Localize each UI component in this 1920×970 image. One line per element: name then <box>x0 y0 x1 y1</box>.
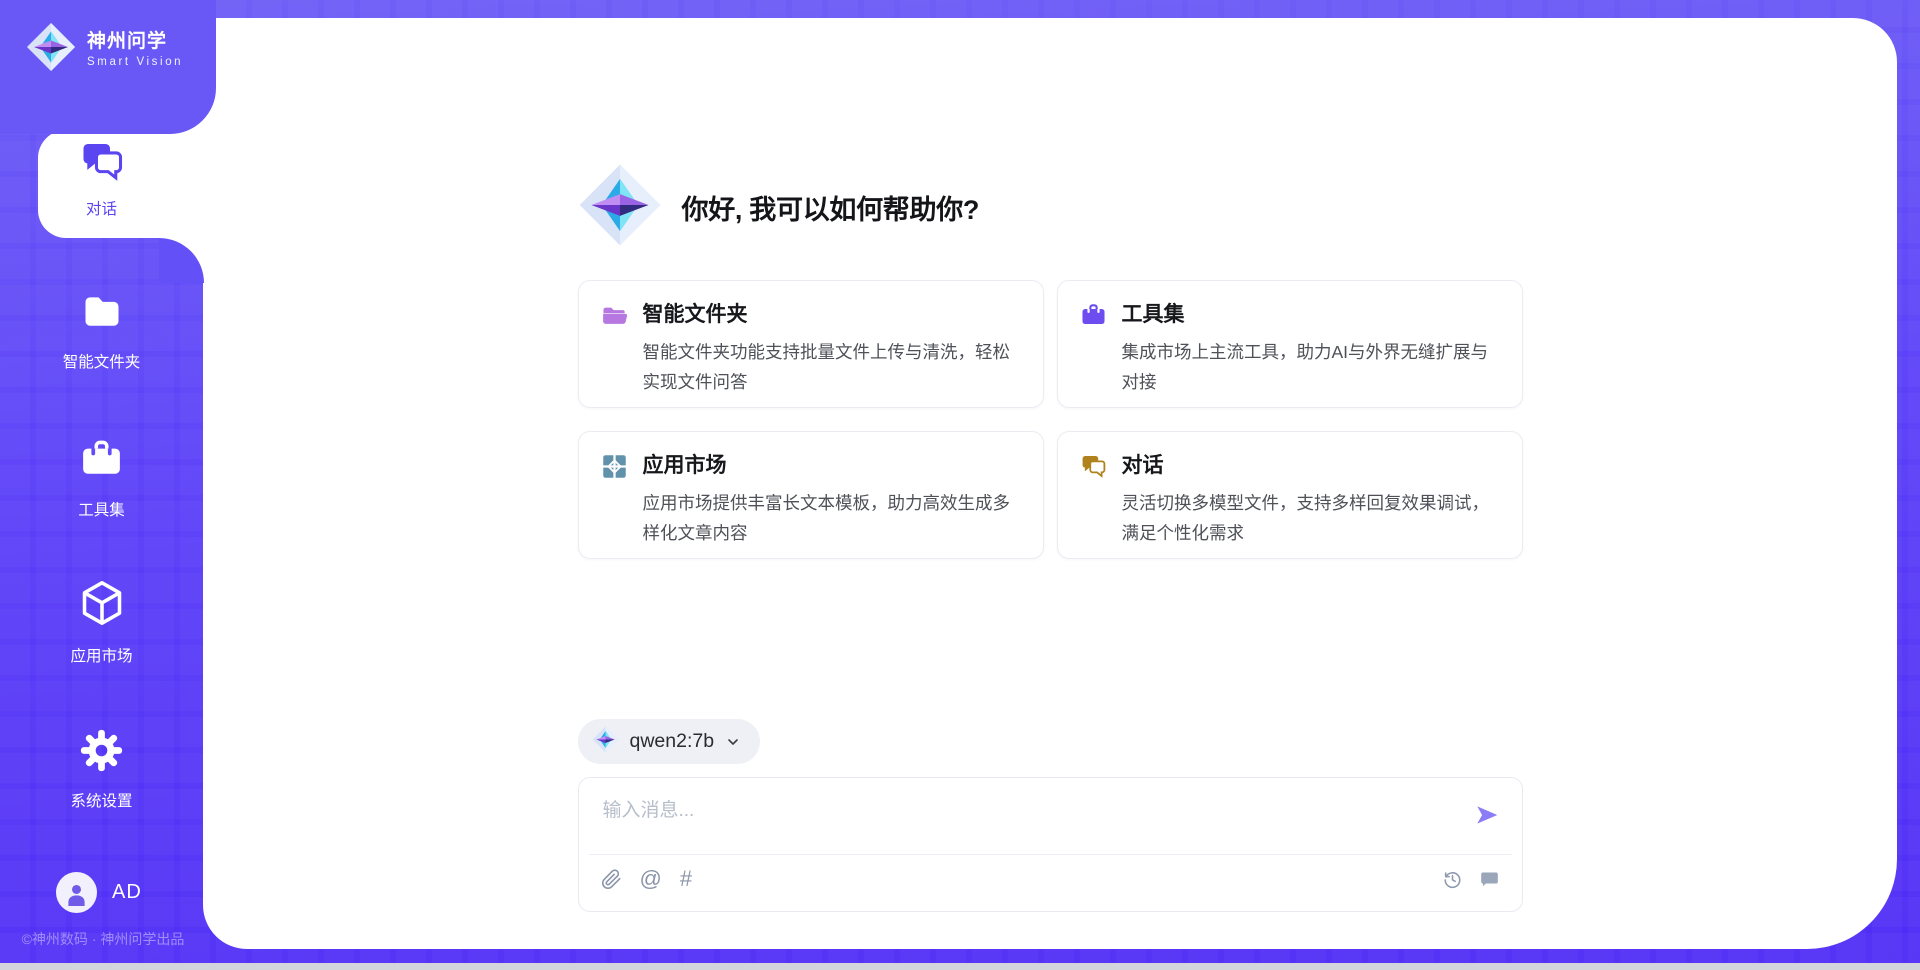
window-bottom-edge <box>0 963 1920 970</box>
chat-bubbles-icon <box>1080 453 1107 480</box>
brand-block: 神州问学 Smart Vision <box>0 0 216 134</box>
tab-fillet-bottom <box>159 238 204 283</box>
card-desc: 应用市场提供丰富长文本模板，助力高效生成多样化文章内容 <box>643 488 1021 548</box>
card-smart-folder[interactable]: 智能文件夹 智能文件夹功能支持批量文件上传与清洗，轻松实现文件问答 <box>578 280 1044 408</box>
comment-icon[interactable] <box>1479 869 1500 890</box>
card-title: 对话 <box>1122 453 1500 478</box>
sidebar-item-app-market[interactable]: 应用市场 <box>0 578 203 666</box>
gear-icon <box>79 728 124 778</box>
sidebar-item-label: 对话 <box>86 197 117 219</box>
model-name: qwen2:7b <box>630 730 715 753</box>
card-title: 工具集 <box>1122 302 1500 327</box>
greeting-text: 你好, 我可以如何帮助你? <box>682 188 980 227</box>
brand-diamond-icon <box>26 22 76 77</box>
assistant-diamond-icon <box>578 163 662 252</box>
sidebar-item-label: 智能文件夹 <box>63 350 141 372</box>
message-input[interactable] <box>601 793 1425 849</box>
paperclip-icon[interactable] <box>601 869 622 890</box>
greeting: 你好, 我可以如何帮助你? <box>578 163 1523 252</box>
sidebar-item-chat[interactable]: 对话 <box>0 139 203 219</box>
grid-cube-icon <box>601 453 628 480</box>
brand-title: 神州问学 <box>87 31 183 54</box>
card-title: 智能文件夹 <box>643 302 1021 327</box>
send-icon[interactable] <box>1474 802 1500 828</box>
briefcase-icon <box>1080 302 1107 329</box>
sidebar-item-toolset[interactable]: 工具集 <box>0 437 203 520</box>
cube-icon <box>77 578 127 633</box>
sidebar-item-label: 工具集 <box>78 498 125 520</box>
history-icon[interactable] <box>1442 869 1463 890</box>
copyright-footer: ©神州数码 · 神州问学出品 <box>0 929 206 949</box>
brand-subtitle: Smart Vision <box>87 56 183 68</box>
sidebar-item-smart-folder[interactable]: 智能文件夹 <box>0 290 203 372</box>
at-icon[interactable]: @ <box>640 868 662 890</box>
card-toolset[interactable]: 工具集 集成市场上主流工具，助力AI与外界无缝扩展与对接 <box>1057 280 1523 408</box>
user-label: AD <box>112 881 142 904</box>
card-desc: 灵活切换多模型文件，支持多样回复效果调试，满足个性化需求 <box>1122 488 1500 548</box>
brand-logo: 神州问学 Smart Vision <box>0 0 216 77</box>
card-desc: 集成市场上主流工具，助力AI与外界无缝扩展与对接 <box>1122 337 1500 397</box>
chevron-down-icon <box>725 734 741 750</box>
model-selector[interactable]: qwen2:7b <box>578 719 761 764</box>
sidebar-item-label: 应用市场 <box>70 644 132 666</box>
sidebar-item-settings[interactable]: 系统设置 <box>0 728 203 811</box>
avatar[interactable] <box>56 872 97 913</box>
feature-cards: 智能文件夹 智能文件夹功能支持批量文件上传与清洗，轻松实现文件问答 工具集 集成… <box>578 280 1523 559</box>
chat-bubbles-icon <box>79 139 125 186</box>
folder-icon <box>80 290 124 339</box>
message-composer: @ # <box>578 777 1523 912</box>
composer-divider <box>589 854 1512 855</box>
user-account[interactable]: AD <box>56 872 142 913</box>
card-app-market[interactable]: 应用市场 应用市场提供丰富长文本模板，助力高效生成多样化文章内容 <box>578 431 1044 559</box>
card-chat[interactable]: 对话 灵活切换多模型文件，支持多样回复效果调试，满足个性化需求 <box>1057 431 1523 559</box>
card-title: 应用市场 <box>643 453 1021 478</box>
folder-open-icon <box>601 302 628 329</box>
model-diamond-icon <box>592 726 619 758</box>
card-desc: 智能文件夹功能支持批量文件上传与清洗，轻松实现文件问答 <box>643 337 1021 397</box>
hash-icon[interactable]: # <box>680 868 692 890</box>
toolbox-icon <box>79 437 124 487</box>
main-content: 你好, 我可以如何帮助你? 智能文件夹 智能文件夹功能支持批量文件上传与清洗，轻… <box>203 18 1897 949</box>
sidebar-item-label: 系统设置 <box>70 789 132 811</box>
